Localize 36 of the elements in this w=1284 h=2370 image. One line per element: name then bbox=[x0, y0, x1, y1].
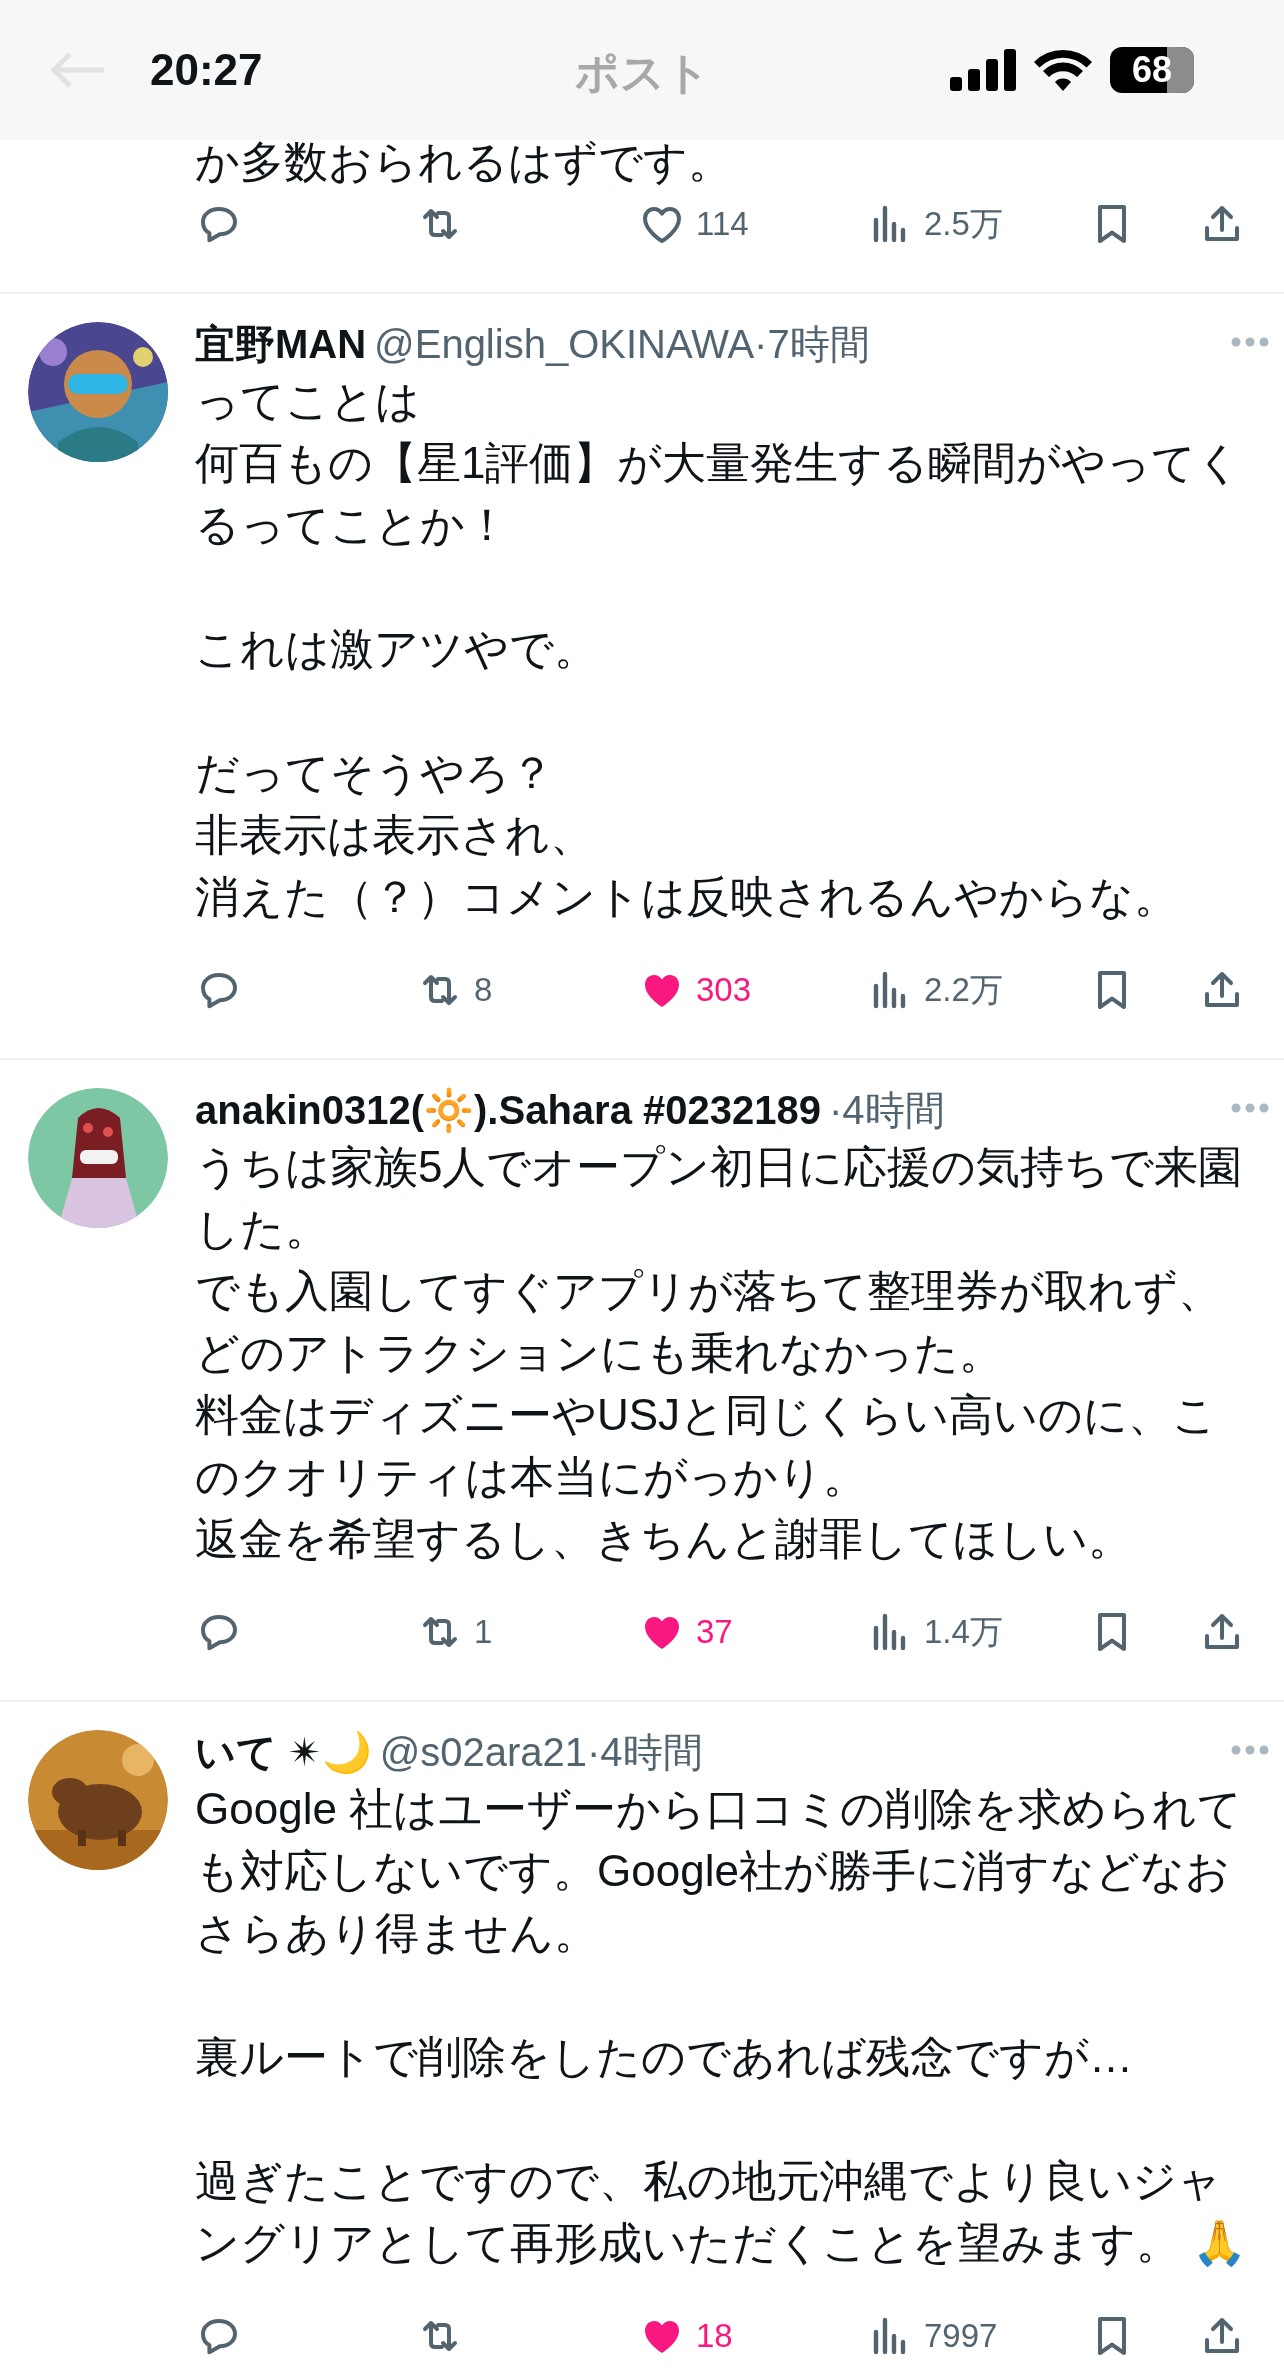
battery-indicator: 68 bbox=[1110, 47, 1194, 93]
post-text-line: Google 社はユーザーから口コミの削除を求められても対応しないです。Google社が勝手に消すなどなおさらあり得ません。 bbox=[195, 1783, 1244, 1959]
count-label: 1 bbox=[474, 1613, 493, 1651]
count-label: 7997 bbox=[924, 2317, 998, 2355]
page-title: ポスト bbox=[574, 47, 710, 99]
post-text-line: 裏ルートで削除をしたのであれば残念ですが… bbox=[195, 2031, 1134, 2083]
post-text-line: 過ぎたことですので、私の地元沖縄でより良いジャングリアとして再形成いただくことを望みます。 🙏 bbox=[195, 2155, 1249, 2269]
user-name[interactable]: いて ✴🌙 bbox=[195, 1724, 372, 1780]
post-text-line: でも入園してすぐアプリが落ちて整理券が取れず、 bbox=[195, 1265, 1223, 1317]
count-label: 18 bbox=[696, 2317, 733, 2355]
post-text-line: 非表示は表示され、 bbox=[195, 809, 595, 861]
count-label: 2.2万 bbox=[924, 969, 1003, 1010]
signal-icon bbox=[950, 49, 1016, 91]
post-text-line: 返金を希望するし、きちんと謝罪してほしい。 bbox=[195, 1513, 1133, 1565]
post-text-line: どのアトラクションにも乗れなかった。 bbox=[195, 1327, 1004, 1379]
post-text-line: 料金はディズニーやUSJと同じくらい高いのに、このクオリティは本当にがっかり。 bbox=[195, 1389, 1219, 1503]
post-text-line: 消えた（？）コメントは反映されるんやからな。 bbox=[195, 871, 1179, 923]
handle-and-time: ·4時間 bbox=[828, 1086, 945, 1134]
count-label: 37 bbox=[696, 1613, 733, 1651]
post-text-line: ってことは bbox=[195, 375, 421, 427]
count-label: 8 bbox=[474, 971, 493, 1009]
post-text-line: これは激アツやで。 bbox=[195, 623, 599, 675]
count-label: 2.5万 bbox=[924, 203, 1003, 244]
post-text-line: 何百もの【星1評価】が大量発生する瞬間がやってくるってことか！ bbox=[195, 437, 1243, 551]
handle-and-time: @s02ara21·4時間 bbox=[379, 1728, 703, 1776]
post-text-line: だってそうやろ？ bbox=[195, 747, 555, 799]
handle-and-time: @English_OKINAWA·7時間 bbox=[374, 320, 870, 368]
post-text-line: か多数おられるはずです。 bbox=[195, 140, 733, 184]
post-text-line: うちは家族5人でオープン初日に応援の気持ちで来園した。 bbox=[195, 1141, 1244, 1255]
count-label: 303 bbox=[696, 971, 752, 1009]
count-label: 114 bbox=[696, 205, 749, 243]
user-name[interactable]: anakin0312(🔆).Sahara #0232189 bbox=[195, 1086, 821, 1134]
clock: 20:27 bbox=[150, 45, 264, 95]
user-name[interactable]: 宜野MAN bbox=[195, 316, 367, 372]
wifi-icon bbox=[1034, 49, 1092, 91]
count-label: 1.4万 bbox=[924, 1611, 1003, 1652]
